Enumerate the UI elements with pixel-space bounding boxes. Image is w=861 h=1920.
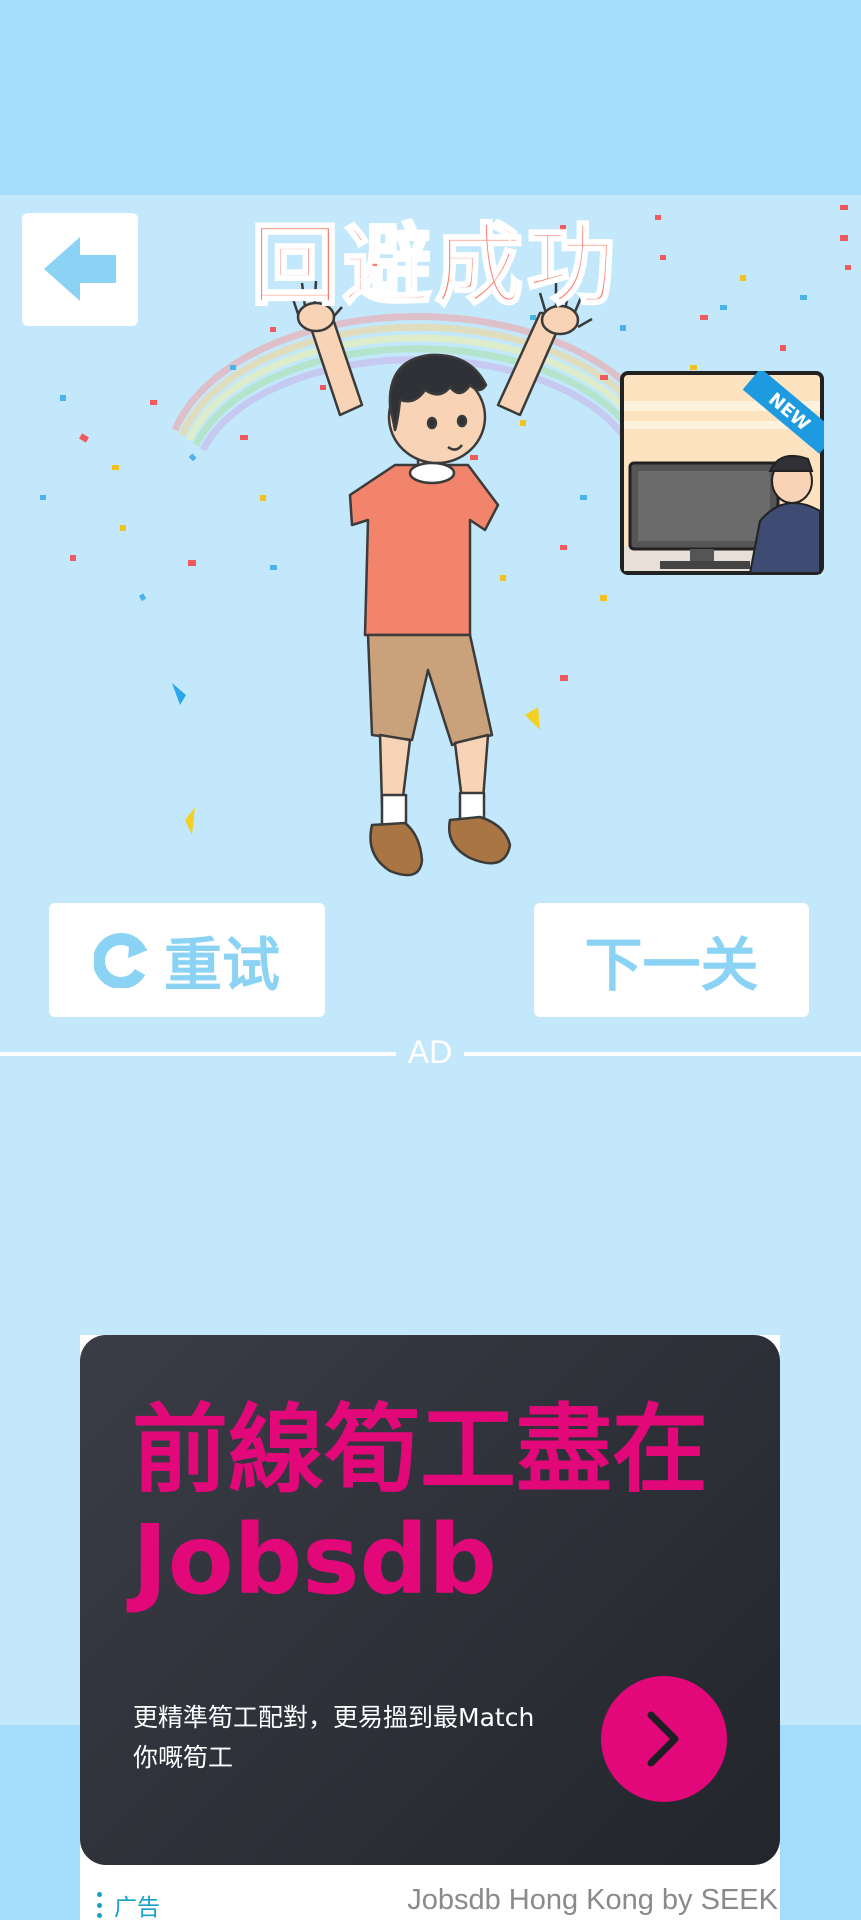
next-level-label: 下一关 [584, 931, 759, 999]
ad-body-text: 更精準筍工配對，更易搵到最Match你嘅筍工 [133, 1703, 535, 1772]
ad-headline[interactable]: 前線筍工盡在 Jobsdb [132, 1395, 732, 1615]
arrow-left-icon [44, 237, 116, 301]
ad-headline-line2: Jobsdb [132, 1504, 497, 1616]
next-level-button[interactable]: 下一关 [534, 903, 809, 1017]
refresh-icon [93, 933, 148, 988]
result-title: 回避成功 [249, 214, 619, 317]
ad-cta-button[interactable] [601, 1676, 727, 1802]
new-level-promo[interactable]: NEW [620, 371, 824, 575]
more-options-icon[interactable] [97, 1892, 102, 1918]
top-banner-area [0, 0, 861, 195]
ad-separator-left [0, 1052, 396, 1056]
ad-label: 广告 [114, 1895, 160, 1920]
ad-advertiser-name[interactable]: Jobsdb Hong Kong by SEEK [400, 1884, 778, 1917]
retry-label: 重试 [163, 931, 280, 999]
ad-separator-label: AD [407, 1034, 453, 1070]
retry-button[interactable]: 重试 [49, 903, 325, 1017]
ad-choices[interactable]: 广告 [97, 1888, 160, 1920]
chevron-right-icon [647, 1711, 679, 1767]
ad-headline-line1: 前線筍工盡在 [132, 1394, 708, 1506]
ad-separator-right [464, 1052, 861, 1056]
back-button[interactable] [22, 213, 138, 326]
